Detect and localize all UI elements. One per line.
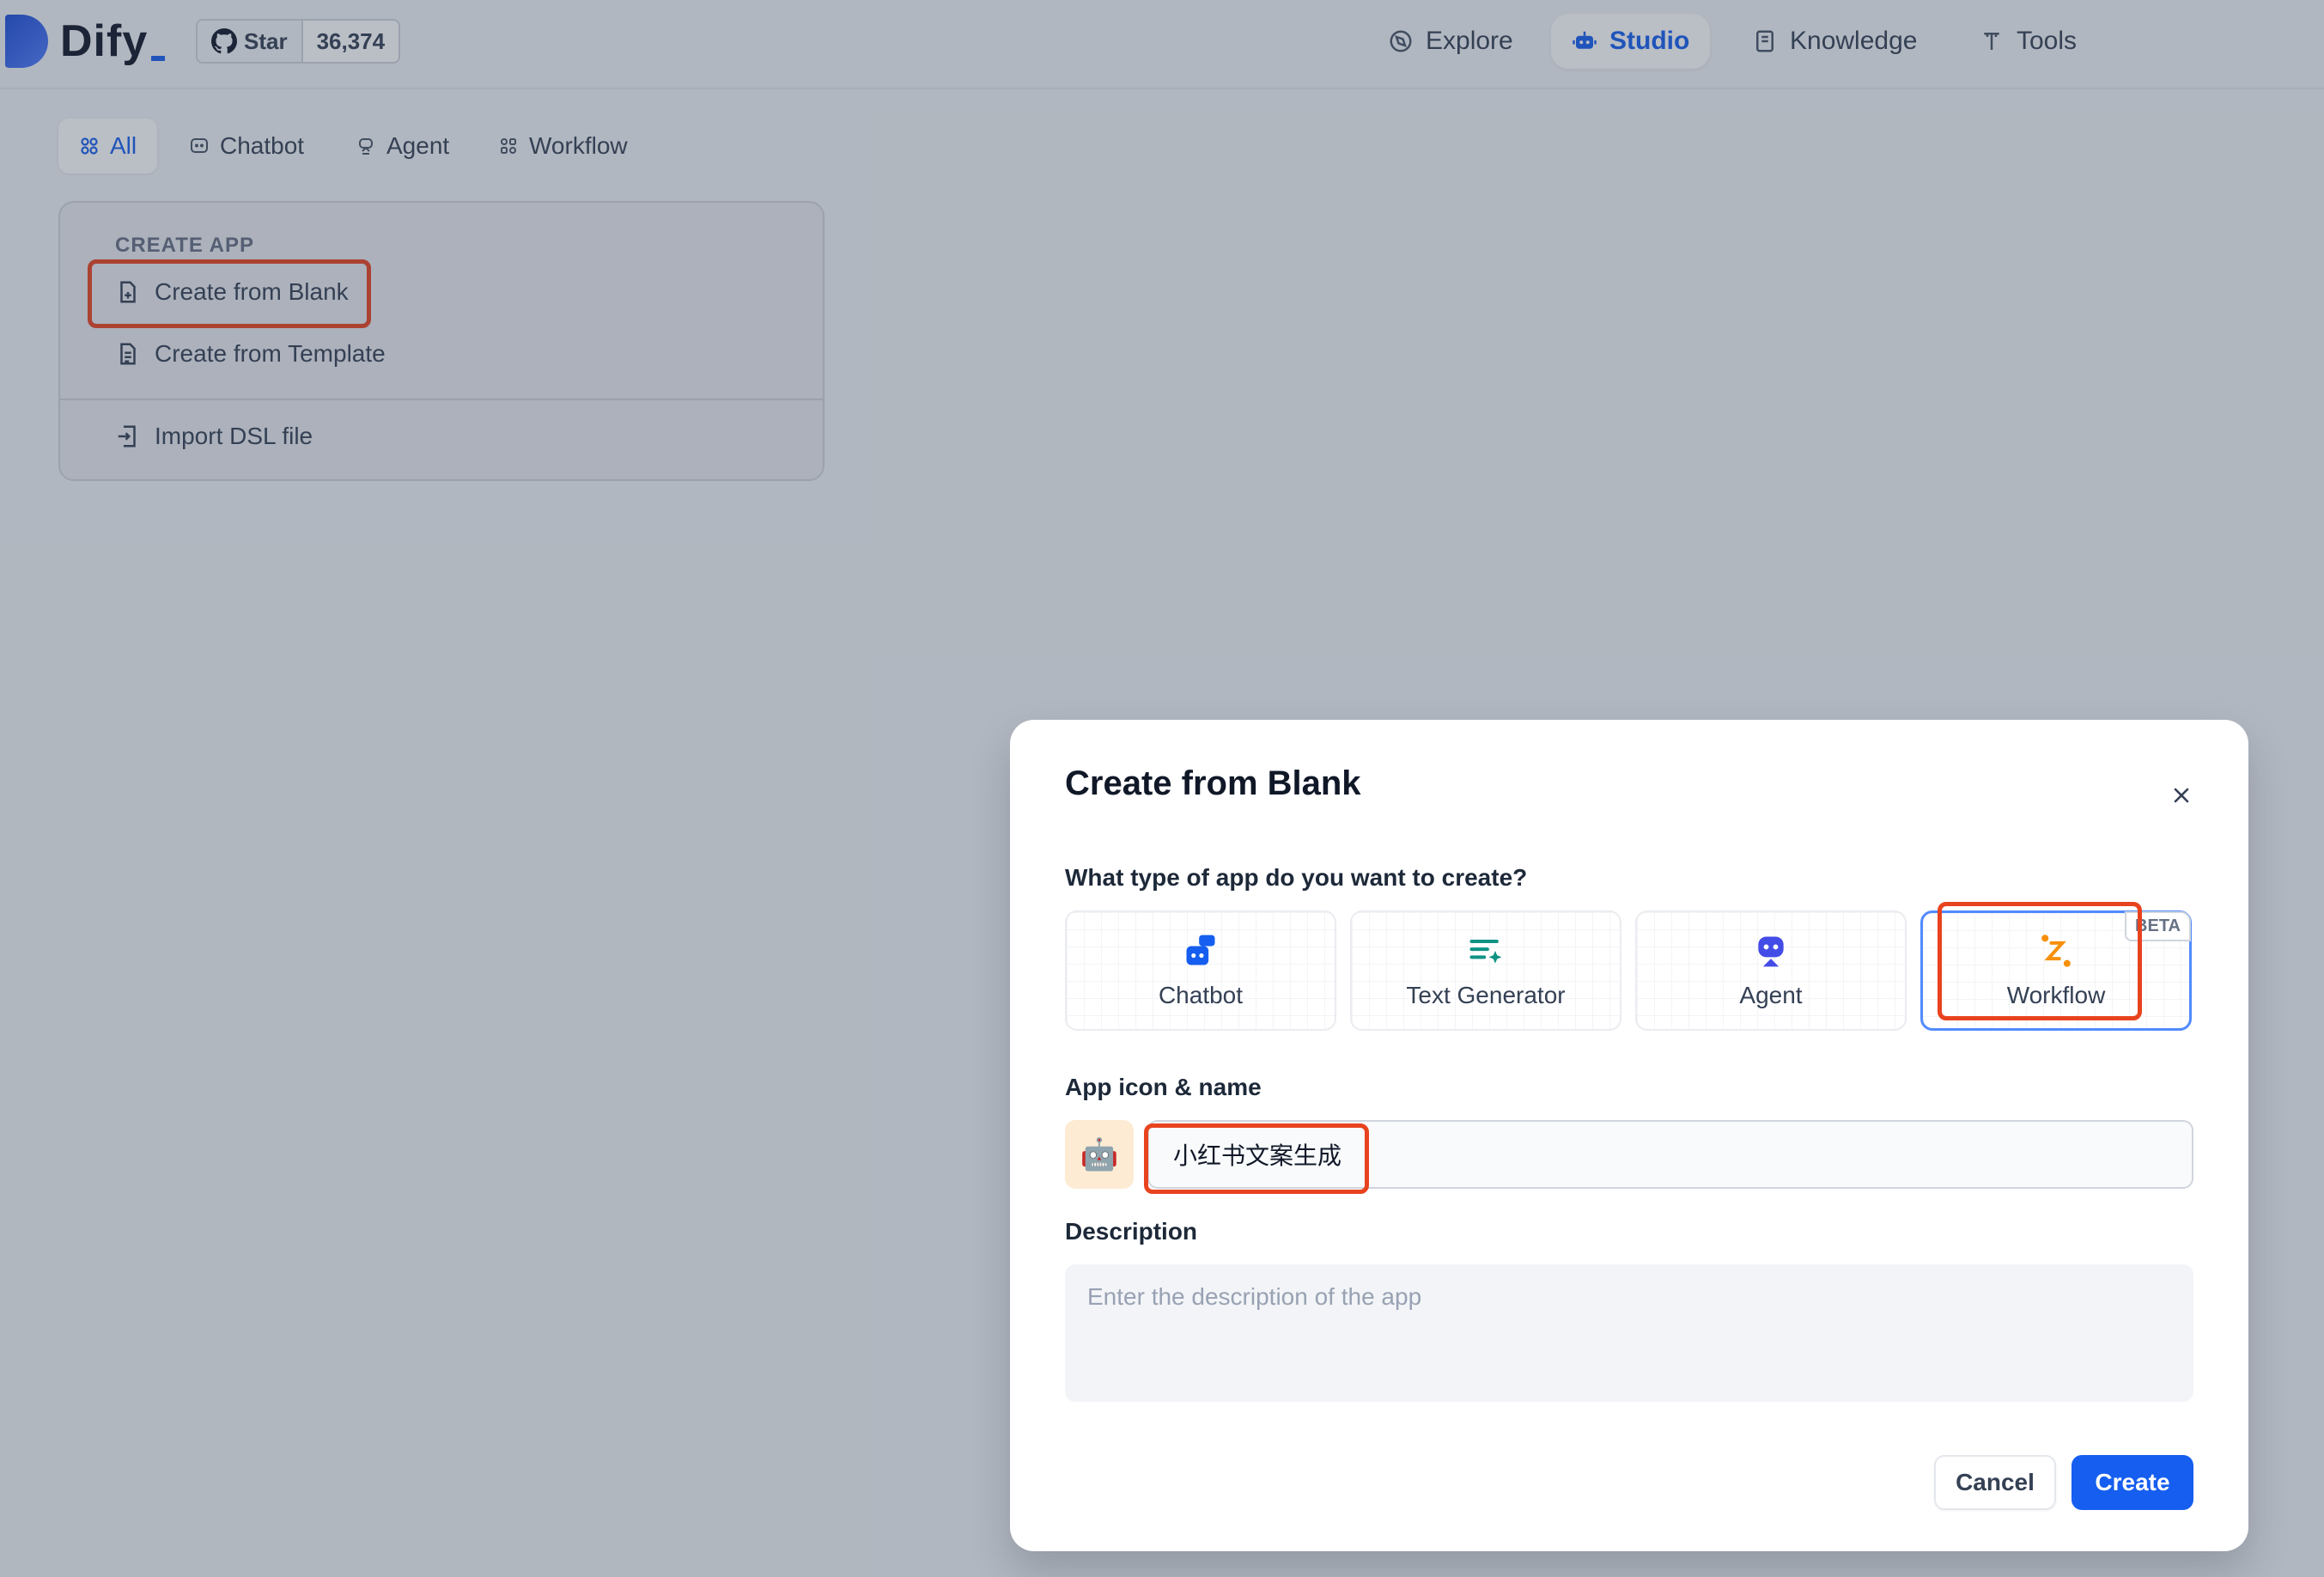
robot-emoji-icon: 🤖 <box>1080 1137 1119 1172</box>
cancel-button[interactable]: Cancel <box>1934 1455 2056 1510</box>
create-button[interactable]: Create <box>2072 1455 2193 1510</box>
text-generator-icon <box>1469 939 1502 964</box>
app-type-workflow[interactable]: Workflow BETA <box>1920 910 2192 1031</box>
app-type-chatbot-label: Chatbot <box>1158 982 1244 1008</box>
beta-badge: BETA <box>2125 911 2191 941</box>
app-type-agent-label: Agent <box>1739 982 1803 1008</box>
app-type-workflow-label: Workflow <box>2006 982 2106 1008</box>
create-from-blank-dialog: Create from Blank What type of app do yo… <box>1010 720 2248 1551</box>
app-type-text-generator[interactable]: Text Generator <box>1350 910 1621 1031</box>
app-icon-name-label: App icon & name <box>1065 1074 1262 1100</box>
app-type-text-generator-label: Text Generator <box>1406 982 1566 1008</box>
app-name-input[interactable] <box>1147 1120 2193 1189</box>
chatbot-icon <box>1186 935 1215 965</box>
close-icon <box>2174 788 2189 803</box>
agent-icon <box>1758 936 1784 967</box>
workflow-icon <box>2041 935 2071 967</box>
app-type-agent[interactable]: Agent <box>1635 910 1907 1031</box>
close-button[interactable] <box>2166 780 2197 811</box>
app-type-question: What type of app do you want to create? <box>1065 864 1528 891</box>
description-label: Description <box>1065 1218 1198 1245</box>
app-icon-picker[interactable]: 🤖 <box>1065 1120 1134 1189</box>
description-input[interactable] <box>1065 1264 2193 1402</box>
dialog-title: Create from Blank <box>1065 764 1361 802</box>
app-type-chatbot[interactable]: Chatbot <box>1065 910 1336 1031</box>
